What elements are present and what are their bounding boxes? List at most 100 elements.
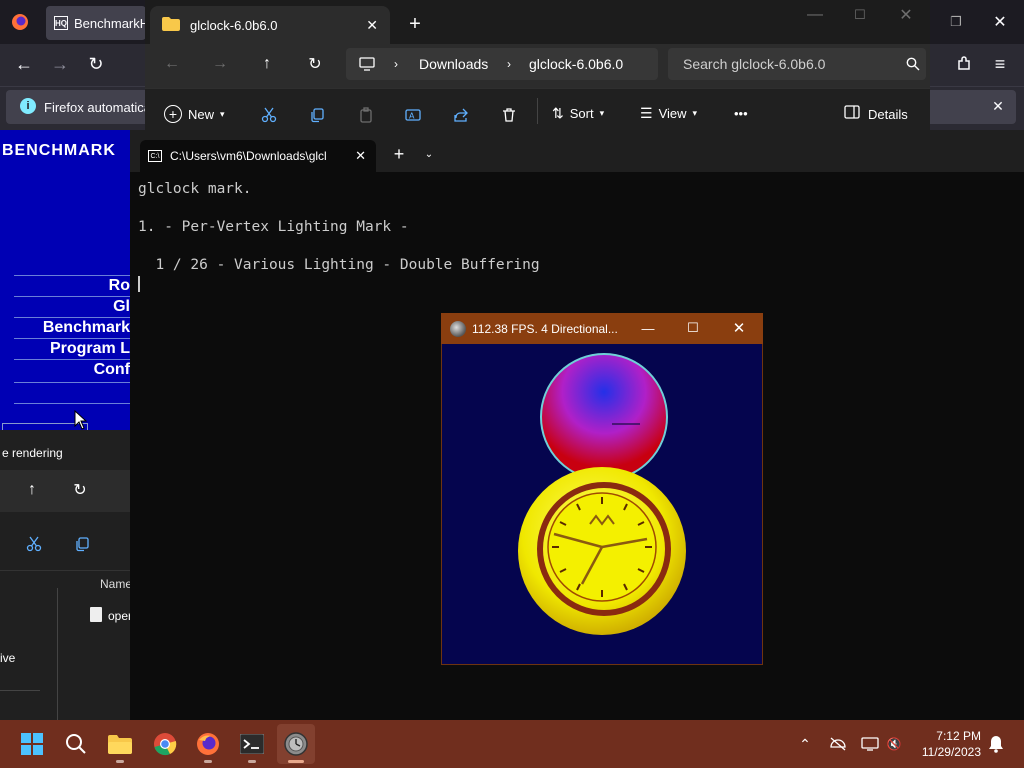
- divider: [14, 296, 130, 297]
- running-indicator: [204, 760, 212, 763]
- bench-link-1[interactable]: Ro: [109, 277, 130, 295]
- glclock-titlebar: 112.38 FPS. 4 Directional...: [441, 313, 763, 344]
- refresh-icon[interactable]: ↻: [305, 54, 325, 74]
- paste-icon[interactable]: [355, 104, 377, 126]
- info-icon: i: [20, 98, 36, 114]
- notice-text: Firefox automaticall: [44, 100, 157, 115]
- back-icon[interactable]: ←: [162, 54, 182, 74]
- minimize-icon[interactable]: —: [640, 319, 656, 337]
- up-icon[interactable]: ↑: [22, 480, 42, 500]
- share-icon[interactable]: [450, 104, 472, 126]
- sort-button[interactable]: ⇅ Sort ▾: [552, 105, 604, 122]
- text-cursor: [138, 276, 140, 292]
- delete-icon[interactable]: [498, 104, 520, 126]
- close-icon[interactable]: ✕: [896, 5, 916, 25]
- tab-close-icon[interactable]: ✕: [355, 148, 366, 164]
- chevron-right-icon[interactable]: ›: [502, 54, 516, 74]
- divider: [537, 98, 538, 124]
- close-icon[interactable]: ✕: [731, 319, 747, 337]
- refresh-icon[interactable]: ↻: [70, 480, 90, 500]
- clock-date[interactable]: 11/29/2023: [905, 745, 981, 759]
- explorer-title: e rendering: [2, 446, 63, 460]
- copy-icon[interactable]: [70, 532, 94, 556]
- explorer-tab[interactable]: glclock-6.0b6.0 ✕: [150, 6, 390, 44]
- bench-link-3[interactable]: Benchmark: [43, 319, 130, 337]
- notification-bell-icon[interactable]: [986, 734, 1006, 754]
- up-icon[interactable]: ↑: [257, 54, 277, 74]
- search-icon[interactable]: [57, 724, 95, 764]
- bench-link-4[interactable]: Program L: [50, 340, 130, 358]
- view-icon: ☰: [640, 105, 653, 121]
- chrome-icon[interactable]: [146, 724, 184, 764]
- chevron-up-icon[interactable]: ⌃: [796, 734, 814, 754]
- cut-icon[interactable]: [22, 532, 46, 556]
- notice-close-icon[interactable]: ✕: [984, 92, 1012, 120]
- bench-link-5[interactable]: Conf: [94, 361, 130, 379]
- extensions-icon[interactable]: [950, 50, 978, 78]
- terminal-line-3: 1 / 26 - Various Lighting - Double Buffe…: [138, 257, 540, 273]
- maximize-icon[interactable]: ☐: [685, 319, 701, 337]
- hamburger-menu-icon[interactable]: ≡: [986, 50, 1014, 78]
- new-tab-icon[interactable]: +: [405, 13, 425, 35]
- svg-text:A: A: [409, 112, 415, 121]
- tab-close-icon[interactable]: ✕: [366, 17, 378, 34]
- copy-icon[interactable]: [306, 104, 328, 126]
- new-button[interactable]: + New ▾: [164, 105, 225, 123]
- view-button[interactable]: ☰ View ▾: [640, 105, 697, 122]
- explorer-nav: [0, 470, 130, 512]
- this-pc-icon: [357, 54, 377, 74]
- terminal-line-2: 1. - Per-Vertex Lighting Mark -: [138, 219, 409, 235]
- chevron-down-icon: ▾: [599, 108, 605, 118]
- breadcrumb-glclock[interactable]: glclock-6.0b6.0: [529, 56, 623, 72]
- forward-icon[interactable]: →: [210, 54, 230, 74]
- sidebar-item[interactable]: ive: [0, 651, 15, 665]
- firefox-menu-icon[interactable]: [6, 8, 34, 36]
- restore-icon[interactable]: ❐: [942, 8, 970, 36]
- divider: [0, 570, 130, 571]
- column-header-name[interactable]: Name: [100, 577, 132, 591]
- firefox-tab-label: BenchmarkH: [74, 15, 146, 31]
- display-icon[interactable]: [860, 734, 880, 754]
- running-indicator: [116, 760, 124, 763]
- divider: [14, 403, 130, 404]
- firefox-tab-benchmarkhq[interactable]: HQ BenchmarkH: [46, 6, 146, 40]
- maximize-icon[interactable]: ☐: [850, 5, 870, 25]
- divider: [14, 359, 130, 360]
- divider: [14, 275, 130, 276]
- new-tab-icon[interactable]: +: [390, 144, 408, 164]
- minimize-icon[interactable]: —: [805, 5, 825, 25]
- benchmarkhq-icon: HQ: [54, 16, 68, 30]
- details-button[interactable]: Details: [844, 105, 908, 124]
- details-pane-icon: [844, 105, 860, 124]
- start-icon[interactable]: [13, 724, 51, 764]
- file-name[interactable]: oper: [108, 609, 132, 623]
- terminal-tab[interactable]: C:\ C:\Users\vm6\Downloads\glcl ✕: [140, 140, 376, 172]
- firefox-close-icon[interactable]: ✕: [986, 8, 1014, 36]
- clock-render-image: [518, 353, 686, 635]
- file-explorer-icon[interactable]: [101, 724, 139, 764]
- sort-label: Sort: [569, 106, 594, 121]
- network-offline-icon[interactable]: [828, 734, 848, 754]
- rename-icon[interactable]: A: [402, 104, 424, 126]
- chevron-right-icon[interactable]: ›: [389, 54, 403, 74]
- bench-link-2[interactable]: Gl: [113, 298, 130, 316]
- folder-icon: [162, 16, 180, 34]
- pendulum-ball-shape: [540, 353, 668, 481]
- search-icon[interactable]: [903, 54, 923, 74]
- back-icon[interactable]: ←: [10, 50, 38, 78]
- chevron-down-icon[interactable]: ⌄: [420, 144, 438, 164]
- reload-icon[interactable]: ↻: [82, 50, 110, 78]
- firefox-icon[interactable]: [189, 724, 227, 764]
- clock-time[interactable]: 7:12 PM: [905, 729, 981, 743]
- cut-icon[interactable]: [258, 104, 280, 126]
- breadcrumb-downloads[interactable]: Downloads: [419, 56, 488, 72]
- terminal-line-1: glclock mark.: [138, 181, 252, 197]
- forward-icon[interactable]: →: [46, 50, 74, 78]
- glclock-icon[interactable]: [277, 724, 315, 764]
- search-placeholder: Search glclock-6.0b6.0: [683, 56, 826, 72]
- file-icon: [90, 607, 102, 622]
- more-options-icon[interactable]: •••: [734, 106, 748, 121]
- divider: [14, 382, 130, 383]
- volume-muted-icon[interactable]: 🔇: [884, 734, 904, 754]
- terminal-icon[interactable]: [233, 724, 271, 764]
